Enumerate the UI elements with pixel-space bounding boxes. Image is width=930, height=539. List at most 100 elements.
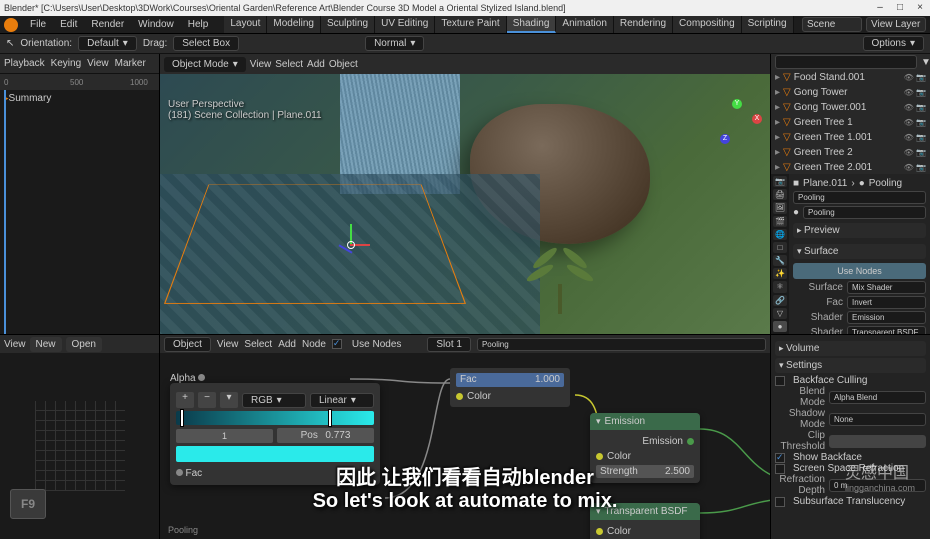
show-backface-checkbox[interactable] (775, 453, 785, 463)
blend-mode-dropdown[interactable]: Alpha Blend (829, 391, 926, 404)
navigation-gizmo[interactable]: X Y Z (712, 99, 762, 149)
prop-tab-output[interactable]: 🖨 (773, 189, 787, 200)
gradient-bar[interactable] (176, 411, 374, 425)
node-node-menu[interactable]: Node (302, 339, 326, 350)
dopesheet-body[interactable]: ▸ Summary (0, 90, 159, 334)
playhead[interactable] (4, 90, 6, 334)
tab-texture-paint[interactable]: Texture Paint (435, 16, 506, 33)
clip-threshold-field[interactable] (829, 435, 926, 448)
menu-edit[interactable]: Edit (54, 17, 83, 32)
interp-dropdown[interactable]: Linear▾ (310, 393, 374, 408)
vp-object-menu[interactable]: Object (329, 59, 358, 70)
fac-field[interactable]: Invert (847, 296, 926, 309)
uv-view-menu[interactable]: View (4, 339, 26, 350)
vp-add-menu[interactable]: Add (307, 59, 325, 70)
menu-help[interactable]: Help (182, 17, 215, 32)
prop-tab-world[interactable]: 🌐 (773, 229, 787, 240)
surface-section[interactable]: ▾ Surface (793, 244, 926, 259)
marker-menu[interactable]: Marker (115, 58, 146, 69)
shadow-mode-dropdown[interactable]: None (829, 413, 926, 426)
close-button[interactable]: × (914, 2, 926, 14)
normal-dropdown[interactable]: Normal▾ (365, 36, 424, 51)
add-stop-button[interactable]: + (176, 392, 194, 408)
outliner-item[interactable]: ▸▽Gong Tower👁 📷 (771, 85, 930, 100)
menu-render[interactable]: Render (85, 17, 130, 32)
prop-tab-view[interactable]: 🖼 (773, 202, 787, 213)
minimize-button[interactable]: – (874, 2, 886, 14)
invert-node[interactable]: Fac1.000 Color (450, 368, 570, 407)
outliner-item[interactable]: ▸▽Green Tree 1.001👁 📷 (771, 130, 930, 145)
image-canvas[interactable]: F9 (0, 353, 159, 539)
tab-uv-editing[interactable]: UV Editing (375, 16, 435, 33)
nav-x-icon[interactable]: X (752, 114, 762, 124)
ssr-checkbox[interactable] (775, 464, 785, 474)
3d-viewport[interactable]: Object Mode▾ View Select Add Object User… (160, 54, 770, 334)
prop-tab-physics[interactable]: ⚛ (773, 281, 787, 292)
prop-tab-material[interactable]: ● (773, 321, 787, 332)
options-dropdown[interactable]: Options▾ (863, 36, 925, 51)
vp-view-menu[interactable]: View (250, 59, 272, 70)
slot-dropdown[interactable]: Slot 1 (427, 337, 471, 352)
timeline-ruler[interactable]: 0 500 1000 (0, 74, 159, 90)
outliner-item[interactable]: ▸▽Green Tree 1👁 📷 (771, 115, 930, 130)
tab-modeling[interactable]: Modeling (267, 16, 321, 33)
tab-rendering[interactable]: Rendering (614, 16, 673, 33)
remove-stop-button[interactable]: − (198, 392, 216, 408)
shader2-field[interactable]: Transparent BSDF (847, 326, 926, 334)
settings-section[interactable]: ▾ Settings (775, 358, 926, 373)
prop-tab-particle[interactable]: ✨ (773, 268, 787, 279)
maximize-button[interactable]: □ (894, 2, 906, 14)
new-image-button[interactable]: New (30, 337, 62, 352)
viewlayer-input[interactable] (866, 17, 926, 32)
pos-field[interactable]: Pos 0.773 (277, 428, 374, 443)
material-datablock[interactable]: Pooling (803, 206, 926, 219)
prop-tab-constraint[interactable]: 🔗 (773, 295, 787, 306)
summary-row[interactable]: ▸ Summary (0, 90, 159, 106)
playback-menu[interactable]: Playback (4, 58, 45, 69)
scene-input[interactable] (802, 17, 862, 32)
prop-tab-mesh[interactable]: ▽ (773, 308, 787, 319)
outliner-item[interactable]: ▸▽Gong Tower.001👁 📷 (771, 100, 930, 115)
tab-compositing[interactable]: Compositing (673, 16, 742, 33)
volume-section[interactable]: ▸ Volume (775, 341, 926, 356)
tab-sculpting[interactable]: Sculpting (321, 16, 375, 33)
prop-tab-scene[interactable]: 🎬 (773, 216, 787, 227)
view-menu[interactable]: View (87, 58, 109, 69)
tab-animation[interactable]: Animation (556, 16, 613, 33)
surface-field[interactable]: Mix Shader (847, 281, 926, 294)
outliner-search[interactable] (775, 55, 917, 69)
rgb-dropdown[interactable]: RGB▾ (242, 393, 306, 408)
prop-tab-modifier[interactable]: 🔧 (773, 255, 787, 266)
node-add-menu[interactable]: Add (278, 339, 296, 350)
menu-window[interactable]: Window (132, 17, 180, 32)
sss-checkbox[interactable] (775, 497, 785, 507)
fac-slider[interactable]: Fac1.000 (456, 373, 564, 387)
filter-icon[interactable]: ▼ (921, 57, 930, 68)
tab-shading[interactable]: Shading (507, 16, 557, 33)
outliner-item[interactable]: ▸▽Green Tree 2.001👁 📷 (771, 160, 930, 174)
open-image-button[interactable]: Open (66, 337, 102, 352)
flip-ramp-button[interactable]: ▾ (220, 392, 238, 408)
mode-dropdown[interactable]: Object Mode▾ (164, 57, 246, 72)
use-nodes-button[interactable]: Use Nodes (793, 263, 926, 279)
nav-z-icon[interactable]: Z (720, 134, 730, 144)
drag-dropdown[interactable]: Select Box (173, 36, 239, 51)
node-select-menu[interactable]: Select (244, 339, 272, 350)
emission-title[interactable]: ▾ Emission (590, 413, 700, 430)
viewport-scene[interactable]: User Perspective (181) Scene Collection … (160, 74, 770, 334)
gradient-stop[interactable] (328, 409, 332, 427)
prop-tab-object[interactable]: □ (773, 242, 787, 253)
node-view-menu[interactable]: View (217, 339, 239, 350)
shader-type-dropdown[interactable]: Object (164, 337, 211, 352)
transform-gizmo[interactable] (330, 224, 370, 264)
menu-file[interactable]: File (24, 17, 52, 32)
keying-menu[interactable]: Keying (51, 58, 82, 69)
vp-select-menu[interactable]: Select (275, 59, 303, 70)
nav-y-icon[interactable]: Y (732, 99, 742, 109)
stop-color-field[interactable] (176, 446, 374, 462)
gradient-stop[interactable] (180, 409, 184, 427)
outliner-item[interactable]: ▸▽Food Stand.001👁 📷 (771, 70, 930, 85)
tab-scripting[interactable]: Scripting (742, 16, 794, 33)
tab-layout[interactable]: Layout (224, 16, 267, 33)
node-material-field[interactable]: Pooling (477, 338, 766, 351)
